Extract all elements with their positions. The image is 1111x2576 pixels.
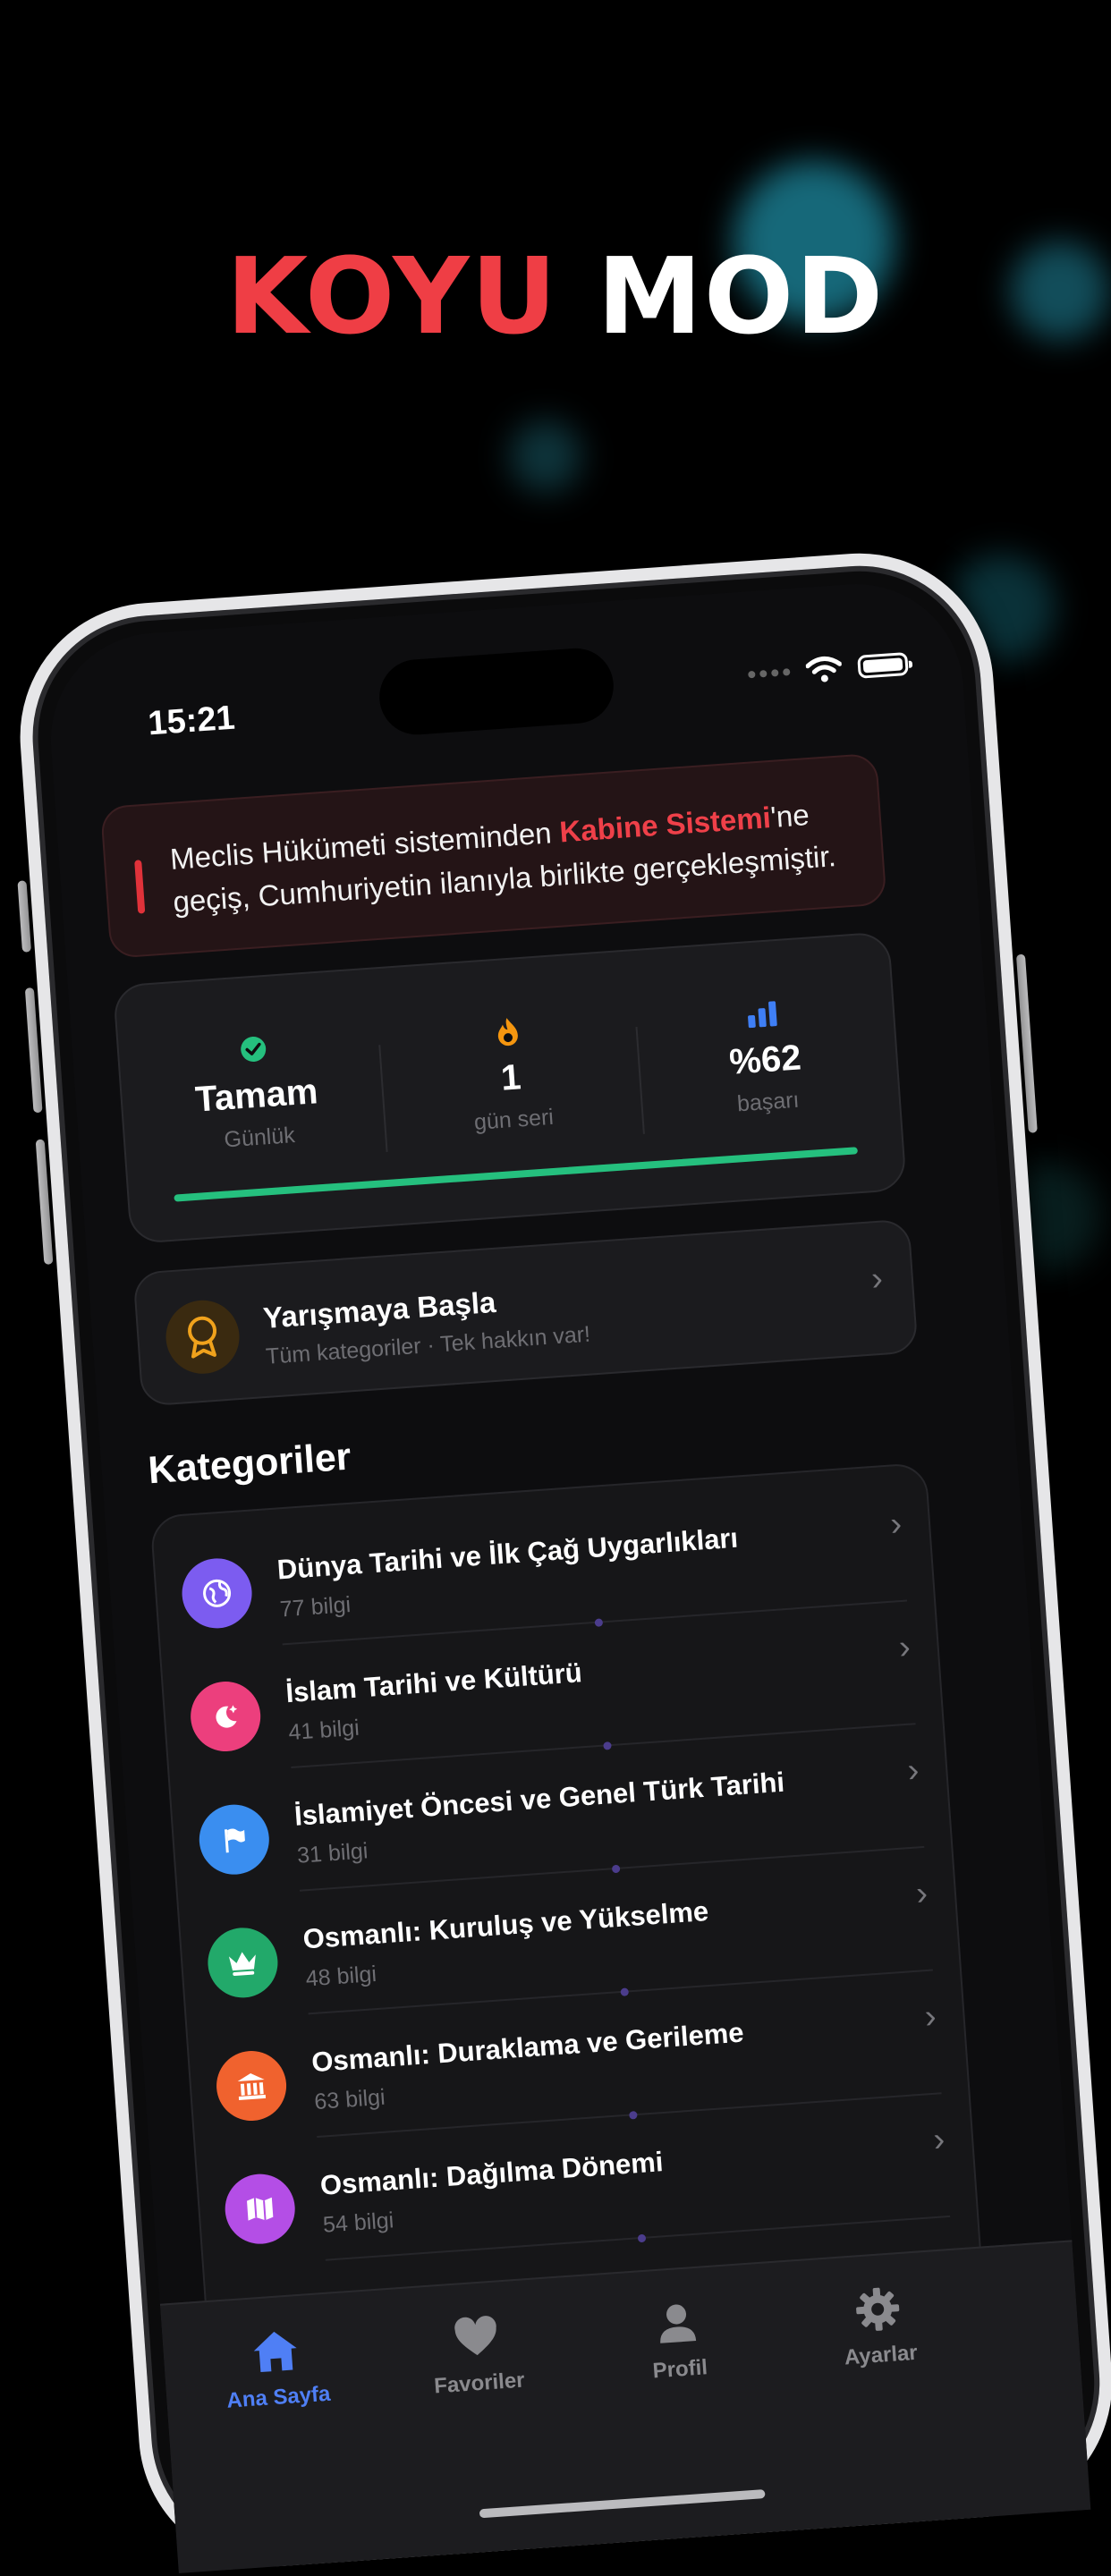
home-indicator: [479, 2489, 766, 2519]
category-count: 63 bilgi: [313, 2084, 386, 2115]
chevron-right-icon: ›: [932, 2121, 946, 2159]
stat-daily: Tamam Günlük: [127, 1022, 386, 1159]
status-time: 15:21: [147, 699, 236, 743]
category-name: İslam Tarihi ve Kültürü: [284, 1657, 583, 1709]
tab-label: Ayarlar: [844, 2340, 919, 2370]
section-title-categories: Kategoriler: [147, 1435, 352, 1493]
chevron-right-icon: ›: [897, 1628, 912, 1667]
category-count: 54 bilgi: [322, 2207, 395, 2238]
bar-chart-icon: [636, 987, 888, 1040]
chevron-right-icon: ›: [906, 1751, 920, 1790]
flag-icon: [197, 1802, 272, 1877]
dynamic-island: [377, 646, 616, 738]
battery-icon: [857, 651, 909, 679]
competition-title: Yarışmaya Başla: [261, 1284, 497, 1335]
headline-part-2: MOD: [597, 234, 886, 358]
bank-icon: [214, 2048, 289, 2123]
daily-fact-card[interactable]: Meclis Hükümeti sisteminden Kabine Siste…: [99, 752, 887, 959]
tab-person[interactable]: Profil: [608, 2292, 748, 2386]
tab-label: Favoriler: [433, 2368, 526, 2399]
wifi-icon: [805, 657, 843, 682]
headline-part-1: KOYU: [225, 234, 559, 358]
stat-daily-value: Tamam: [193, 1072, 319, 1120]
chevron-right-icon: ›: [869, 1259, 885, 1299]
stat-success-value: %62: [727, 1038, 802, 1082]
category-count: 48 bilgi: [304, 1961, 377, 1992]
tab-heart[interactable]: Favoriler: [407, 2306, 547, 2401]
signal-dots-icon: [748, 668, 791, 679]
tab-gear[interactable]: Ayarlar: [809, 2278, 948, 2373]
tab-label: Profil: [651, 2355, 708, 2384]
crown-icon: [205, 1925, 281, 2000]
stat-streak-label: gün seri: [473, 1104, 555, 1135]
app-screen: 15:21 Meclis Hükümeti sisteminden Kabine…: [43, 576, 1091, 2573]
category-name: Osmanlı: Dağılma Dönemi: [318, 2146, 665, 2201]
side-button: [17, 880, 32, 953]
daily-progress-fill: [174, 1147, 859, 1202]
gear-icon: [809, 2278, 946, 2341]
moon-star-icon: [188, 1679, 263, 1754]
tab-label: Ana Sayfa: [225, 2381, 332, 2413]
category-count: 41 bilgi: [287, 1715, 360, 1746]
stat-streak-value: 1: [499, 1057, 522, 1098]
chevron-right-icon: ›: [888, 1504, 903, 1544]
heart-icon: [407, 2306, 545, 2368]
start-competition-button[interactable]: Yarışmaya Başla Tüm kategoriler · Tek ha…: [132, 1218, 919, 1407]
stats-card: Tamam Günlük 1 gün seri %62 başarı: [112, 931, 907, 1245]
chevron-right-icon: ›: [923, 1997, 937, 2037]
background-glow: [510, 420, 581, 492]
check-circle-icon: [127, 1022, 379, 1075]
stat-success: %62 başarı: [636, 987, 895, 1124]
headline: KOYU MOD: [0, 234, 1111, 358]
flame-icon: [381, 1004, 633, 1057]
award-icon: [163, 1298, 242, 1377]
person-icon: [608, 2292, 746, 2354]
stat-success-label: başarı: [736, 1087, 801, 1117]
category-count: 31 bilgi: [296, 1838, 369, 1868]
category-name: İslamiyet Öncesi ve Genel Türk Tarihi: [293, 1766, 786, 1832]
map-icon: [223, 2172, 298, 2247]
category-name: Osmanlı: Duraklama ve Gerileme: [310, 2016, 745, 2079]
category-count: 77 bilgi: [279, 1591, 352, 1623]
accent-bar: [134, 860, 146, 914]
tab-home[interactable]: Ana Sayfa: [207, 2320, 346, 2415]
category-name: Dünya Tarihi ve İlk Çağ Uygarlıkları: [276, 1521, 740, 1586]
stat-streak: 1 gün seri: [381, 1004, 640, 1141]
home-icon: [207, 2320, 344, 2383]
status-icons: [747, 650, 909, 688]
chevron-right-icon: ›: [914, 1874, 929, 1913]
globe-icon: [179, 1555, 255, 1631]
daily-progress-bar: [174, 1147, 859, 1202]
fact-highlight: Kabine Sistemi: [558, 801, 772, 849]
category-name: Osmanlı: Kuruluş ve Yükselme: [301, 1894, 710, 1955]
stat-daily-label: Günlük: [223, 1123, 296, 1153]
phone-mockup: 15:21 Meclis Hükümeti sisteminden Kabine…: [11, 544, 1111, 2576]
